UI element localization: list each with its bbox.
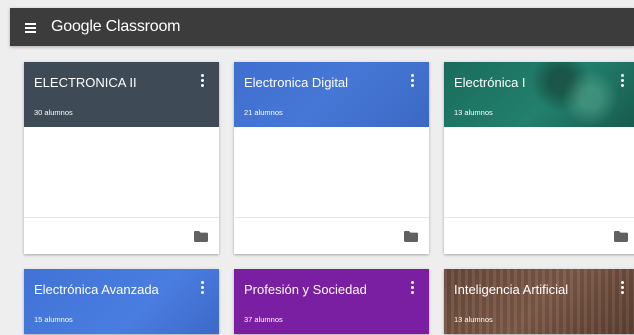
more-vert-icon[interactable] <box>411 281 415 294</box>
card-header[interactable]: Electrónica I 13 alumnos <box>444 62 634 127</box>
class-name[interactable]: Electrónica Avanzada <box>34 282 159 297</box>
class-name[interactable]: Inteligencia Artificial <box>454 282 568 297</box>
student-count: 15 alumnos <box>34 315 73 324</box>
classroom-window: Google Classroom ELECTRONICA II 30 alumn… <box>0 0 634 335</box>
student-count: 21 alumnos <box>244 108 283 117</box>
class-name[interactable]: Electronica Digital <box>244 75 348 90</box>
student-count: 30 alumnos <box>34 108 73 117</box>
card-footer <box>444 218 634 254</box>
card-header[interactable]: Electrónica Avanzada 15 alumnos <box>24 269 219 334</box>
class-card[interactable]: Electrónica Avanzada 15 alumnos <box>24 269 219 334</box>
card-body <box>24 127 219 218</box>
student-count: 13 alumnos <box>454 108 493 117</box>
folder-icon[interactable] <box>614 231 628 242</box>
more-vert-icon[interactable] <box>411 74 415 87</box>
more-vert-icon[interactable] <box>621 281 625 294</box>
student-count: 13 alumnos <box>454 315 493 324</box>
folder-icon[interactable] <box>404 231 418 242</box>
more-vert-icon[interactable] <box>621 74 625 87</box>
card-header[interactable]: Inteligencia Artificial 13 alumnos <box>444 269 634 334</box>
class-card[interactable]: Electrónica I 13 alumnos <box>444 62 634 254</box>
app-title[interactable]: Google Classroom <box>51 18 181 36</box>
menu-icon[interactable] <box>25 20 41 34</box>
card-footer <box>234 218 429 254</box>
class-name[interactable]: ELECTRONICA II <box>34 75 137 90</box>
card-body <box>234 127 429 218</box>
class-card[interactable]: ELECTRONICA II 30 alumnos <box>24 62 219 254</box>
app-bar: Google Classroom <box>10 8 634 46</box>
more-vert-icon[interactable] <box>201 281 205 294</box>
card-header[interactable]: Profesión y Sociedad 37 alumnos <box>234 269 429 334</box>
more-vert-icon[interactable] <box>201 74 205 87</box>
class-name[interactable]: Electrónica I <box>454 75 526 90</box>
student-count: 37 alumnos <box>244 315 283 324</box>
card-header[interactable]: ELECTRONICA II 30 alumnos <box>24 62 219 127</box>
class-card[interactable]: Electronica Digital 21 alumnos <box>234 62 429 254</box>
card-header[interactable]: Electronica Digital 21 alumnos <box>234 62 429 127</box>
class-card[interactable]: Profesión y Sociedad 37 alumnos <box>234 269 429 334</box>
card-body <box>444 127 634 218</box>
class-card[interactable]: Inteligencia Artificial 13 alumnos <box>444 269 634 334</box>
class-name[interactable]: Profesión y Sociedad <box>244 282 367 297</box>
folder-icon[interactable] <box>194 231 208 242</box>
card-footer <box>24 218 219 254</box>
